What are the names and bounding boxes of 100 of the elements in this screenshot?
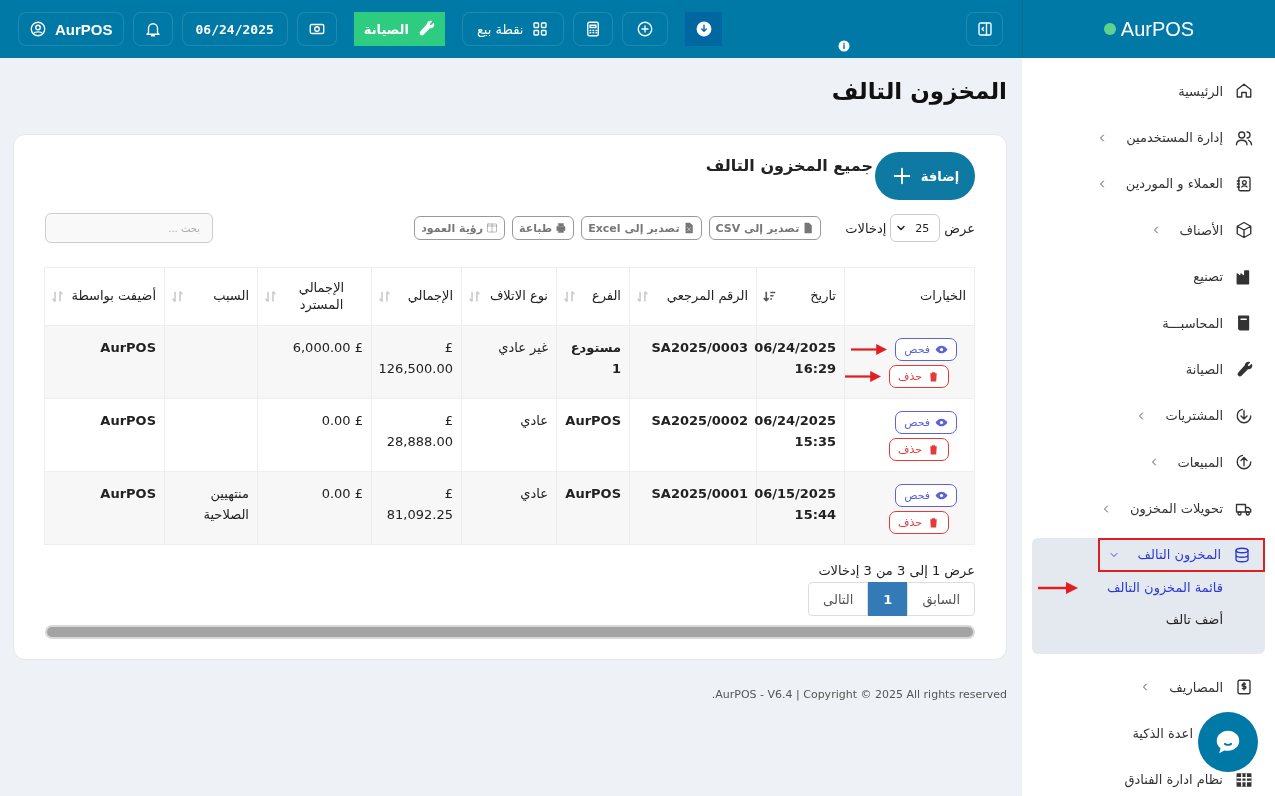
table-cell: منتهيين الصلاحية <box>164 471 258 545</box>
print-button[interactable]: طباعة <box>512 216 575 240</box>
delete-button[interactable]: حذف <box>889 365 949 388</box>
sidebar-item[interactable]: المخزون التالف <box>1097 537 1265 572</box>
sidebar-item[interactable]: الرئيسية <box>1032 68 1265 115</box>
table-cell: عادي <box>461 398 557 472</box>
table-cell: AurPOS <box>44 471 165 545</box>
pagination-button[interactable]: 1 <box>868 582 908 616</box>
pagination-button[interactable]: السابق <box>907 582 975 616</box>
bell-icon <box>143 20 162 38</box>
columns-icon <box>486 222 498 234</box>
submenu-item[interactable]: أضف تالف <box>1165 612 1223 628</box>
table-cell: £ 81,092.25 <box>371 471 462 545</box>
sidebar-item[interactable]: المحاسبـــة <box>1032 299 1265 347</box>
table-cell: عادي <box>461 471 557 545</box>
view-button[interactable]: فحص <box>895 411 957 434</box>
date-button[interactable]: 06/24/2025 <box>181 12 288 46</box>
brand-name: AurPOS <box>1120 17 1195 41</box>
file-icon <box>802 222 815 234</box>
delete-button[interactable]: حذف <box>889 438 949 461</box>
contacts-icon <box>1235 174 1253 193</box>
pagination-button[interactable]: التالى <box>808 582 869 616</box>
download-icon <box>694 20 713 38</box>
search-field[interactable]: بحث ... <box>45 213 213 243</box>
eye-icon <box>935 343 948 356</box>
column-header[interactable]: نوع الاتلاف <box>461 267 557 326</box>
table-cell: AurPOS <box>44 398 165 472</box>
user-icon <box>29 20 47 38</box>
export-csv-button[interactable]: تصدير إلى CSV <box>708 216 822 240</box>
column-header[interactable]: الإجمالي المسترد <box>257 267 372 326</box>
notifications-button[interactable] <box>132 12 173 46</box>
sidebar-item[interactable]: اعدة الذكية <box>1032 710 1265 757</box>
eye-icon <box>935 489 948 502</box>
page-title: المخزون التالف <box>830 78 1007 104</box>
trash-icon <box>927 443 940 456</box>
upload-icon <box>1235 453 1253 472</box>
sidebar-item[interactable]: تحويلات المخزون <box>1032 485 1265 532</box>
trash-icon <box>927 370 940 383</box>
plus-icon <box>636 20 655 38</box>
table-cell: AurPOS <box>556 471 630 545</box>
box-icon <box>1235 221 1253 240</box>
cash-register-button[interactable] <box>296 12 337 46</box>
column-header[interactable]: أضيفت بواسطة <box>44 267 165 326</box>
table-cell: £ 0.00 <box>257 398 372 472</box>
calculator-button[interactable] <box>573 12 614 46</box>
sidebar-item[interactable]: المصاريف <box>1032 663 1265 711</box>
add-button[interactable] <box>622 12 669 46</box>
apps-icon <box>531 20 550 38</box>
sidebar-item[interactable]: إدارة المستخدمين <box>1032 114 1265 161</box>
column-header: الخيارات <box>844 267 975 326</box>
download-button[interactable] <box>685 12 723 46</box>
grid-icon <box>1235 770 1253 789</box>
sidebar-item[interactable]: نظام ادارة الفنادق <box>1032 756 1265 796</box>
table-cell: £ 0.00 <box>257 471 372 545</box>
column-header[interactable]: السبب <box>164 267 258 326</box>
submenu-item[interactable]: قائمة المخزون التالف <box>1107 580 1223 596</box>
receipt-icon <box>1235 678 1253 697</box>
view-button[interactable]: فحص <box>895 484 957 507</box>
sidebar-toggle-button[interactable] <box>966 12 1003 46</box>
sidebar-item[interactable]: العملاء و الموردين <box>1032 160 1265 208</box>
column-header[interactable]: تاريخ <box>756 267 845 326</box>
trash-icon <box>927 516 940 529</box>
info-icon <box>838 40 851 52</box>
column-header[interactable]: الإجمالي <box>371 267 462 326</box>
table-cell: £ 28,888.00 <box>371 398 462 472</box>
sidebar-item[interactable]: الصيانة <box>1032 346 1265 393</box>
table-cell: AurPOS <box>556 398 630 472</box>
sidebar-item[interactable]: تصنيع <box>1032 253 1265 300</box>
printer-icon <box>555 222 568 234</box>
sidebar-item[interactable]: المشتريات <box>1032 392 1265 440</box>
column-visibility-button[interactable]: رؤية العمود <box>414 216 505 240</box>
sidebar-item[interactable]: المبيعات <box>1032 439 1265 486</box>
table-cell: غير عادي <box>461 325 557 399</box>
pos-button[interactable]: نقطة بيع <box>461 12 565 46</box>
home-icon <box>1235 82 1253 101</box>
entries-info: عرض 1 إلى 3 من 3 إدخالات <box>818 563 975 578</box>
column-header[interactable]: الفرع <box>556 267 630 326</box>
card-title: جميع المخزون التالف <box>705 156 873 175</box>
excel-file-icon <box>682 222 695 234</box>
table-cell: £ 6,000.00 <box>257 325 372 399</box>
export-excel-button[interactable]: تصدير إلى Excel <box>581 216 702 240</box>
entries-label: عرض <box>944 220 975 236</box>
entries-label: إدخالات <box>845 220 887 236</box>
database-icon <box>1233 545 1251 564</box>
sidebar-toggle-icon <box>975 20 994 38</box>
page-size-select[interactable]: 25 <box>890 214 941 242</box>
sidebar-item[interactable]: الأصناف <box>1032 207 1265 254</box>
delete-button[interactable]: حذف <box>889 511 949 534</box>
table-cell: مستودع 1 <box>556 325 630 399</box>
copyright-text: AurPOS - V6.4 | Copyright © 2025 All rights reserved. <box>710 688 1007 701</box>
download-icon <box>1235 406 1253 425</box>
table-cell: AurPOS <box>44 325 165 399</box>
horizontal-scrollbar[interactable] <box>45 625 975 639</box>
wrench-icon <box>1235 360 1253 379</box>
table-cell: 06/24/2025 16:29 <box>756 325 845 399</box>
view-button[interactable]: فحص <box>895 338 957 361</box>
profile-button[interactable]: AurPOS <box>18 12 124 46</box>
table-cell: 06/24/2025 15:35 <box>756 398 845 472</box>
column-header[interactable]: الرقم المرجعي <box>629 267 757 326</box>
add-button[interactable]: إضافة <box>875 152 975 200</box>
